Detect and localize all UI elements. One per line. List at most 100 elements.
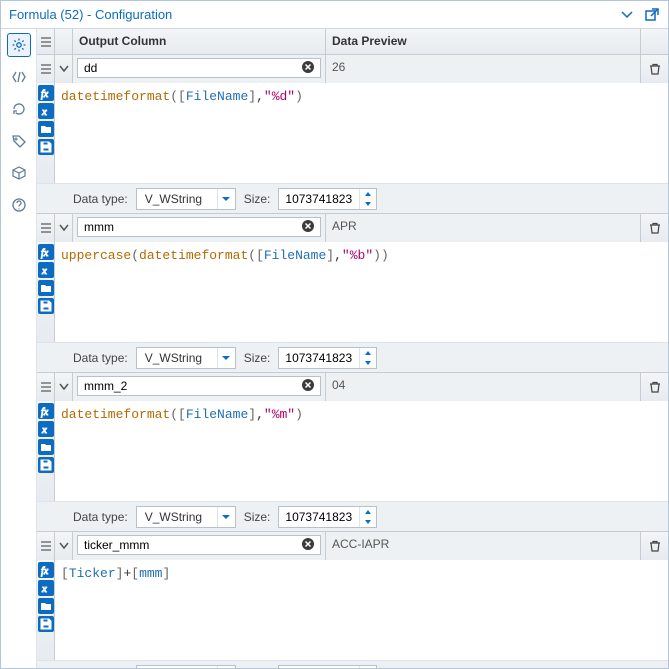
- hamburger-icon[interactable]: [37, 214, 55, 242]
- svg-text:fx: fx: [41, 248, 49, 259]
- formula-block: 26fxxdatetimeformat([FileName],"%d")Data…: [37, 55, 668, 214]
- variables-button[interactable]: x: [38, 103, 54, 119]
- save-button[interactable]: [38, 298, 54, 314]
- chevron-down-icon[interactable]: [620, 8, 634, 22]
- expression-editor[interactable]: uppercase(datetimeformat([FileName],"%b"…: [55, 242, 668, 342]
- config-icon[interactable]: [7, 33, 31, 57]
- variables-button[interactable]: x: [38, 262, 54, 278]
- clear-icon[interactable]: [301, 537, 317, 553]
- xml-icon[interactable]: [7, 65, 31, 89]
- svg-text:x: x: [41, 265, 47, 277]
- clear-icon[interactable]: [301, 378, 317, 394]
- svg-text:fx: fx: [41, 566, 49, 577]
- data-type-dropdown[interactable]: V_WString: [136, 506, 236, 528]
- collapse-icon[interactable]: [55, 373, 73, 401]
- delete-icon[interactable]: [640, 532, 668, 560]
- size-field[interactable]: [278, 506, 377, 528]
- svg-text:x: x: [41, 106, 47, 118]
- data-preview-value: ACC-IAPR: [326, 532, 640, 560]
- formula-block: ACC-IAPRfxx[Ticker]+[mmm]Data type:V_WSt…: [37, 532, 668, 668]
- size-label: Size:: [244, 192, 271, 206]
- clear-icon[interactable]: [301, 219, 317, 235]
- size-input[interactable]: [279, 666, 359, 669]
- fx-button[interactable]: fx: [38, 562, 54, 578]
- svg-text:x: x: [41, 424, 47, 436]
- folder-button[interactable]: [38, 280, 54, 296]
- svg-text:x: x: [41, 583, 47, 595]
- size-input[interactable]: [279, 189, 359, 209]
- size-input[interactable]: [279, 348, 359, 368]
- expression-editor[interactable]: datetimeformat([FileName],"%m"): [55, 401, 668, 501]
- output-column-input[interactable]: [77, 376, 321, 396]
- hamburger-icon[interactable]: [37, 55, 55, 83]
- data-type-label: Data type:: [73, 510, 128, 524]
- refresh-icon[interactable]: [7, 97, 31, 121]
- expression-editor[interactable]: [Ticker]+[mmm]: [55, 560, 668, 660]
- package-icon[interactable]: [7, 161, 31, 185]
- data-type-value: V_WString: [137, 510, 217, 524]
- chevron-down-icon: [217, 666, 235, 669]
- data-type-dropdown[interactable]: V_WString: [136, 188, 236, 210]
- chevron-down-icon: [217, 507, 235, 527]
- folder-button[interactable]: [38, 439, 54, 455]
- spinner-up-icon[interactable]: [360, 507, 376, 517]
- data-type-dropdown[interactable]: V_WString: [136, 347, 236, 369]
- spinner-down-icon[interactable]: [360, 517, 376, 527]
- data-preview-value: APR: [326, 214, 640, 242]
- data-type-label: Data type:: [73, 192, 128, 206]
- grid-header: Output Column Data Preview: [37, 29, 668, 55]
- expression-editor[interactable]: datetimeformat([FileName],"%d"): [55, 83, 668, 183]
- svg-text:fx: fx: [41, 89, 49, 100]
- delete-icon[interactable]: [640, 373, 668, 401]
- data-type-value: V_WString: [137, 351, 217, 365]
- delete-icon[interactable]: [640, 55, 668, 83]
- formula-block: APR fx x uppercase(datetimeformat([FileName…: [37, 214, 668, 373]
- size-field[interactable]: [278, 188, 377, 210]
- size-input[interactable]: [279, 507, 359, 527]
- folder-button[interactable]: [38, 598, 54, 614]
- help-icon[interactable]: [7, 193, 31, 217]
- fx-button[interactable]: fx: [38, 244, 54, 260]
- output-column-input[interactable]: [77, 535, 321, 555]
- spinner-down-icon[interactable]: [360, 199, 376, 209]
- svg-text:fx: fx: [41, 407, 49, 418]
- size-label: Size:: [244, 351, 271, 365]
- output-column-input[interactable]: [77, 58, 321, 78]
- data-preview-value: 04: [326, 373, 640, 401]
- collapse-icon[interactable]: [55, 532, 73, 560]
- fx-button[interactable]: fx: [38, 85, 54, 101]
- collapse-icon[interactable]: [55, 214, 73, 242]
- chevron-down-icon: [217, 348, 235, 368]
- clear-icon[interactable]: [301, 60, 317, 76]
- popout-icon[interactable]: [644, 7, 660, 23]
- hamburger-icon[interactable]: [37, 532, 55, 560]
- window-title: Formula (52) - Configuration: [9, 7, 172, 22]
- title-bar: Formula (52) - Configuration: [1, 1, 668, 29]
- data-type-value: V_WString: [137, 192, 217, 206]
- variables-button[interactable]: x: [38, 421, 54, 437]
- spinner-down-icon[interactable]: [360, 358, 376, 368]
- header-data-preview: Data Preview: [326, 29, 640, 54]
- size-label: Size:: [244, 510, 271, 524]
- size-field[interactable]: [278, 665, 377, 669]
- variables-button[interactable]: x: [38, 580, 54, 596]
- data-type-dropdown[interactable]: V_WString: [136, 665, 236, 669]
- fx-button[interactable]: fx: [38, 403, 54, 419]
- save-button[interactable]: [38, 139, 54, 155]
- output-column-input[interactable]: [77, 217, 321, 237]
- size-field[interactable]: [278, 347, 377, 369]
- folder-button[interactable]: [38, 121, 54, 137]
- spinner-up-icon[interactable]: [360, 666, 376, 669]
- chevron-down-icon: [217, 189, 235, 209]
- hamburger-icon[interactable]: [37, 373, 55, 401]
- formula-block: 04 fx x datetimeformat([FileName],"%m") Data…: [37, 373, 668, 532]
- save-button[interactable]: [38, 457, 54, 473]
- header-output-column: Output Column: [73, 29, 326, 54]
- left-rail: [1, 29, 37, 668]
- delete-icon[interactable]: [640, 214, 668, 242]
- spinner-up-icon[interactable]: [360, 189, 376, 199]
- collapse-icon[interactable]: [55, 55, 73, 83]
- tag-icon[interactable]: [7, 129, 31, 153]
- save-button[interactable]: [38, 616, 54, 632]
- spinner-up-icon[interactable]: [360, 348, 376, 358]
